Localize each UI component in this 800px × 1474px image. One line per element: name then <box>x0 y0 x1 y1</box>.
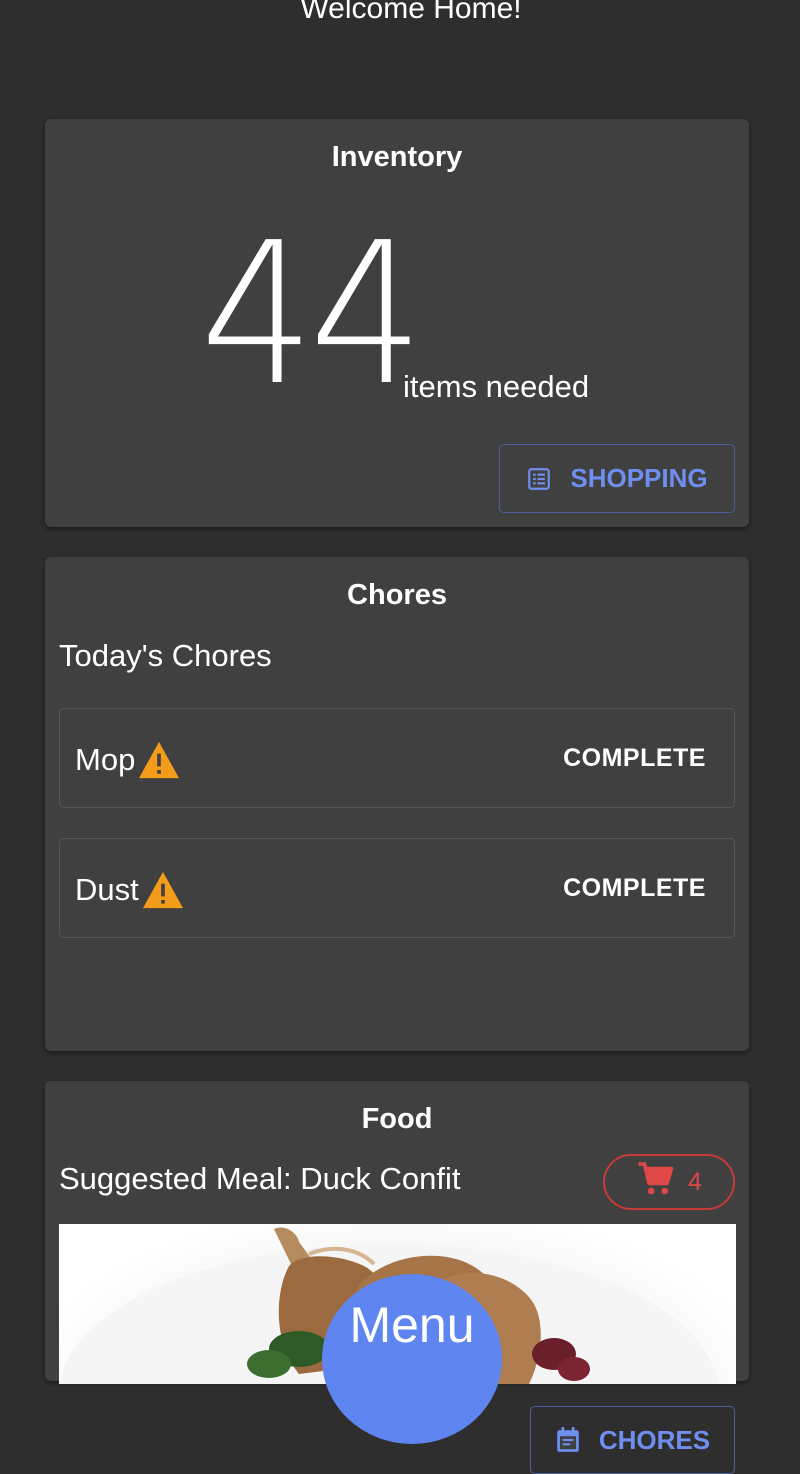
complete-button[interactable]: COMPLETE <box>563 744 706 773</box>
chores-title: Chores <box>347 579 447 611</box>
calendar-icon <box>555 1426 581 1454</box>
menu-button-label: Menu <box>349 1297 475 1353</box>
inventory-count: 44 <box>200 201 424 429</box>
food-title: Food <box>361 1103 433 1135</box>
chores-button-label: CHORES <box>598 1424 711 1455</box>
cart-icon <box>636 1161 674 1204</box>
cart-count: 4 <box>688 1167 702 1196</box>
warning-icon <box>137 740 181 780</box>
list-icon <box>526 466 552 492</box>
chore-name: Dust <box>75 872 139 907</box>
chores-button[interactable]: CHORES <box>530 1406 735 1474</box>
chores-card: Chores Today's Chores Mop COMPLETE Dust <box>45 557 749 1474</box>
warning-icon <box>141 870 185 910</box>
chore-item: Dust COMPLETE <box>59 838 735 938</box>
chore-item: Mop COMPLETE <box>59 708 735 808</box>
shopping-button-label: SHOPPING <box>570 463 708 493</box>
inventory-title: Inventory <box>331 141 463 173</box>
menu-button[interactable]: Menu <box>322 1274 502 1444</box>
chore-name: Mop <box>75 742 136 777</box>
welcome-heading: Welcome Home! <box>300 0 522 25</box>
complete-button[interactable]: COMPLETE <box>563 874 706 903</box>
inventory-count-label: items needed <box>403 369 590 404</box>
inventory-card: Inventory 44 items needed SHOPPING <box>45 119 749 527</box>
shopping-button[interactable]: SHOPPING <box>499 444 735 513</box>
suggested-meal: Suggested Meal: Duck Confit <box>59 1161 461 1196</box>
chores-subtitle: Today's Chores <box>59 638 272 673</box>
cart-button[interactable]: 4 <box>603 1154 735 1210</box>
